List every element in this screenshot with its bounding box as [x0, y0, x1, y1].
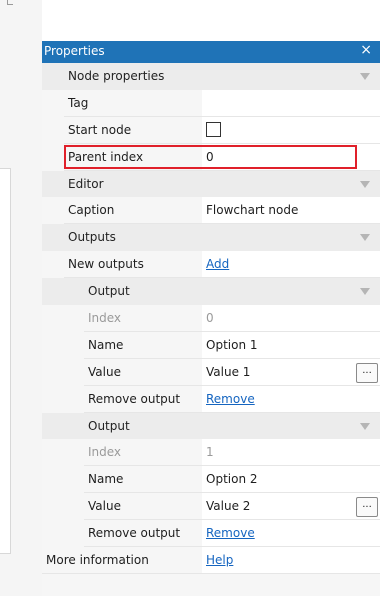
output-value-input[interactable]: Value 2	[206, 499, 250, 513]
property-row-tag: Tag	[42, 89, 380, 117]
property-label: Index	[84, 439, 202, 467]
category-outputs[interactable]: Outputs	[42, 224, 380, 252]
property-label: New outputs	[64, 251, 202, 279]
output-row-index: Index 1	[42, 439, 380, 467]
ellipsis-button[interactable]: ...	[356, 497, 378, 518]
help-link[interactable]: Help	[206, 553, 233, 567]
category-label: Node properties	[68, 69, 165, 83]
output-row-value: Value Value 2 ...	[42, 493, 380, 521]
property-row-caption: Caption Flowchart node	[42, 197, 380, 225]
tag-input[interactable]	[202, 89, 380, 117]
property-row-start-node: Start node	[42, 116, 380, 144]
property-row-new-outputs: New outputs Add	[42, 251, 380, 279]
output-row-value: Value Value 1 ...	[42, 358, 380, 386]
property-label: Caption	[64, 197, 202, 225]
output-value-input[interactable]: Value 1	[206, 365, 250, 379]
output-value-cell: Value 2 ...	[202, 493, 380, 521]
start-node-checkbox[interactable]	[206, 121, 221, 137]
ellipsis-button[interactable]: ...	[356, 362, 378, 383]
property-grid: Node properties Tag Start node Parent in…	[42, 63, 380, 574]
output-group-header[interactable]: Output	[42, 412, 380, 440]
property-label: Value	[84, 358, 202, 386]
remove-output-cell: Remove	[202, 520, 380, 548]
properties-titlebar: Properties ×	[42, 41, 380, 63]
property-label: Value	[84, 493, 202, 521]
more-information-cell: Help	[202, 547, 380, 574]
output-row-name: Name Option 1	[42, 331, 380, 359]
remove-output-cell: Remove	[202, 385, 380, 413]
property-label: Remove output	[84, 520, 202, 548]
output-row-remove: Remove output Remove	[42, 385, 380, 413]
collapse-caret-icon[interactable]	[360, 180, 370, 188]
properties-panel: Properties × Node properties Tag Start n…	[42, 41, 380, 596]
collapse-caret-icon[interactable]	[360, 288, 370, 296]
property-label: Remove output	[84, 385, 202, 413]
property-label: Name	[84, 331, 202, 359]
collapse-caret-icon[interactable]	[360, 234, 370, 242]
output-row-remove: Remove output Remove	[42, 520, 380, 548]
remove-output-link[interactable]: Remove	[206, 392, 255, 406]
caption-input[interactable]: Flowchart node	[202, 197, 380, 225]
new-outputs-cell: Add	[202, 251, 380, 279]
background-panel-edge	[0, 168, 11, 554]
output-index-value: 1	[202, 439, 380, 467]
output-row-name: Name Option 2	[42, 466, 380, 494]
output-row-index: Index 0	[42, 305, 380, 332]
output-index-value: 0	[202, 305, 380, 332]
collapse-caret-icon[interactable]	[360, 422, 370, 430]
highlight-box	[64, 145, 357, 169]
collapse-caret-icon[interactable]	[360, 73, 370, 80]
start-node-cell	[202, 116, 380, 144]
category-label: Output	[88, 418, 130, 433]
remove-output-link[interactable]: Remove	[206, 526, 255, 540]
panel-title: Properties	[44, 44, 105, 58]
close-icon[interactable]: ×	[360, 42, 372, 58]
category-node-properties[interactable]: Node properties	[42, 63, 380, 90]
property-row-more-information: More information Help	[42, 547, 380, 574]
output-name-input[interactable]: Option 2	[202, 466, 380, 494]
background-canvas	[0, 0, 42, 596]
property-label: Tag	[64, 89, 202, 117]
category-label: Outputs	[68, 230, 116, 245]
corner-mark	[7, 0, 13, 5]
category-label: Editor	[68, 176, 104, 191]
category-label: Output	[88, 284, 130, 299]
output-value-cell: Value 1 ...	[202, 358, 380, 386]
output-name-input[interactable]: Option 1	[202, 331, 380, 359]
property-label: More information	[42, 547, 202, 574]
output-group-header[interactable]: Output	[42, 278, 380, 306]
property-label: Name	[84, 466, 202, 494]
property-label: Index	[84, 305, 202, 332]
property-label: Start node	[64, 116, 202, 144]
category-editor[interactable]: Editor	[42, 170, 380, 198]
add-output-link[interactable]: Add	[206, 257, 229, 271]
